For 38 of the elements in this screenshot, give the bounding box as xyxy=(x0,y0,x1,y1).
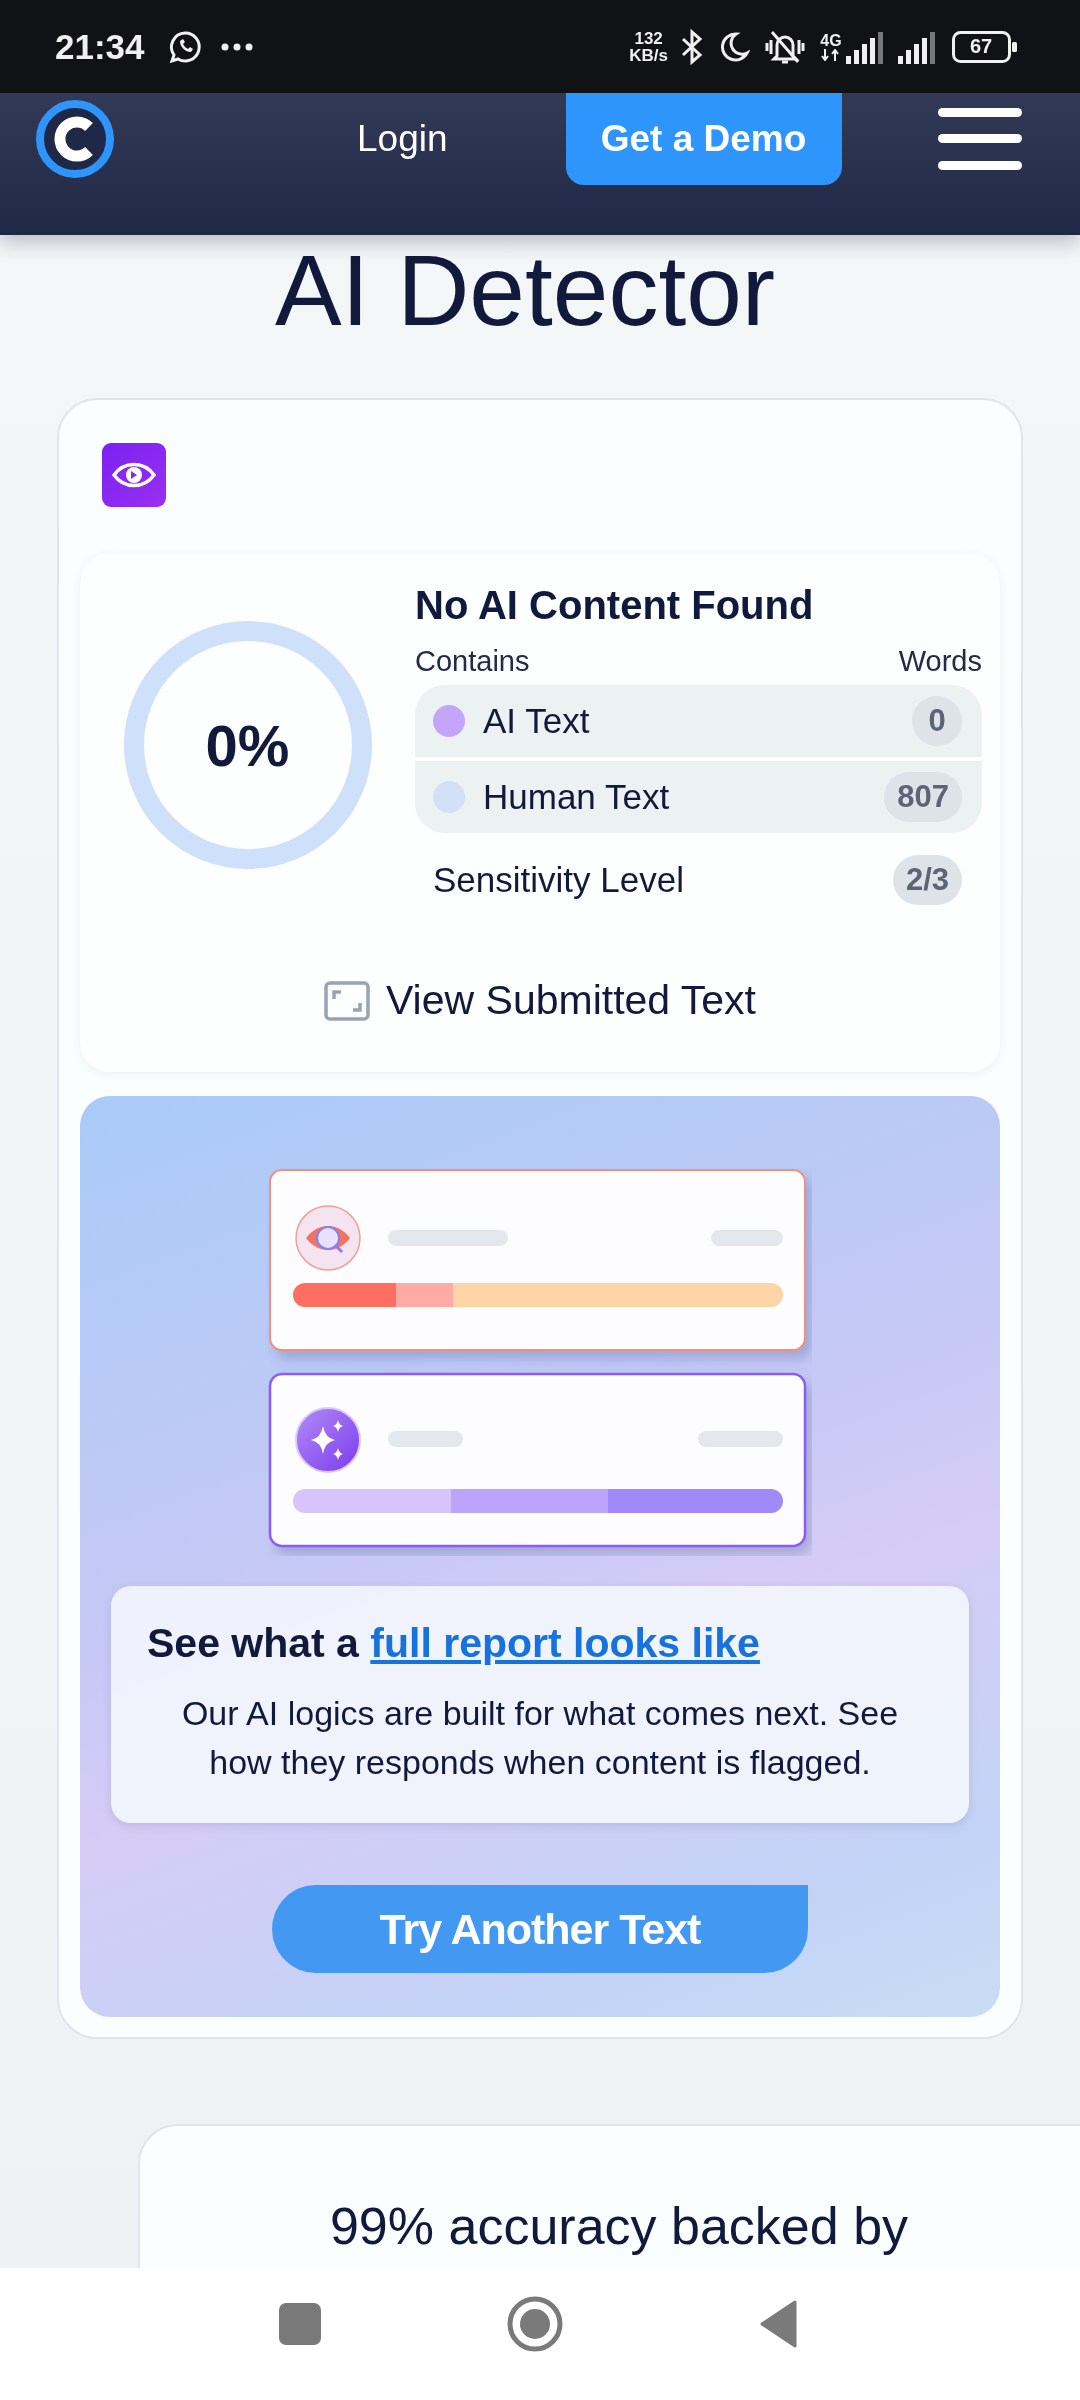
try-another-button[interactable]: Try Another Text xyxy=(272,1885,808,1973)
bluetooth-icon xyxy=(680,28,704,65)
battery-icon xyxy=(952,30,1018,63)
sensitivity-value: 2/3 xyxy=(892,855,962,905)
word-count: 807 xyxy=(884,772,962,822)
view-text-link[interactable]: View Submitted Text xyxy=(80,977,1000,1024)
row-label: AI Text xyxy=(483,701,591,741)
eye-icon xyxy=(102,443,166,507)
recents-icon[interactable] xyxy=(279,2303,321,2345)
demo-button[interactable]: Get a Demo xyxy=(565,93,842,185)
login-link[interactable]: Login xyxy=(357,118,448,160)
expand-icon xyxy=(324,980,370,1021)
logo-icon[interactable] xyxy=(35,99,115,179)
column-label: Words xyxy=(898,644,982,679)
page-title: AI Detector xyxy=(273,235,777,345)
menu-icon[interactable] xyxy=(938,108,1022,170)
promo-text: Our AI logics are built for what comes next. See how they responds when content is flagged. xyxy=(180,1693,900,1783)
net-speed-value: 132 xyxy=(634,29,663,47)
clock-time: 21:34 xyxy=(55,26,145,67)
back-icon[interactable] xyxy=(759,2300,799,2348)
net-speed-unit: KB/s xyxy=(629,46,668,64)
data-arrows-icon xyxy=(820,48,842,61)
battery-level: 67 xyxy=(969,35,993,58)
home-icon[interactable] xyxy=(507,2296,563,2352)
score-value: 0% xyxy=(205,711,290,779)
section-heading: 99% accuracy backed by xyxy=(328,2196,910,2256)
sensitivity-label: Sensitivity Level xyxy=(433,860,685,900)
row-label: Human Text xyxy=(483,777,671,817)
column-label: Contains xyxy=(415,644,530,679)
result-title: No AI Content Found xyxy=(415,582,815,629)
signal-icon xyxy=(846,29,886,64)
more-icon xyxy=(220,42,253,51)
promo-heading: See what a full report looks like xyxy=(147,1620,761,1667)
network-type: 4G xyxy=(820,32,842,49)
report-link[interactable]: full report looks like xyxy=(370,1620,760,1666)
moon-icon xyxy=(718,30,750,63)
word-count: 0 xyxy=(912,696,962,746)
signal-icon xyxy=(898,29,938,64)
